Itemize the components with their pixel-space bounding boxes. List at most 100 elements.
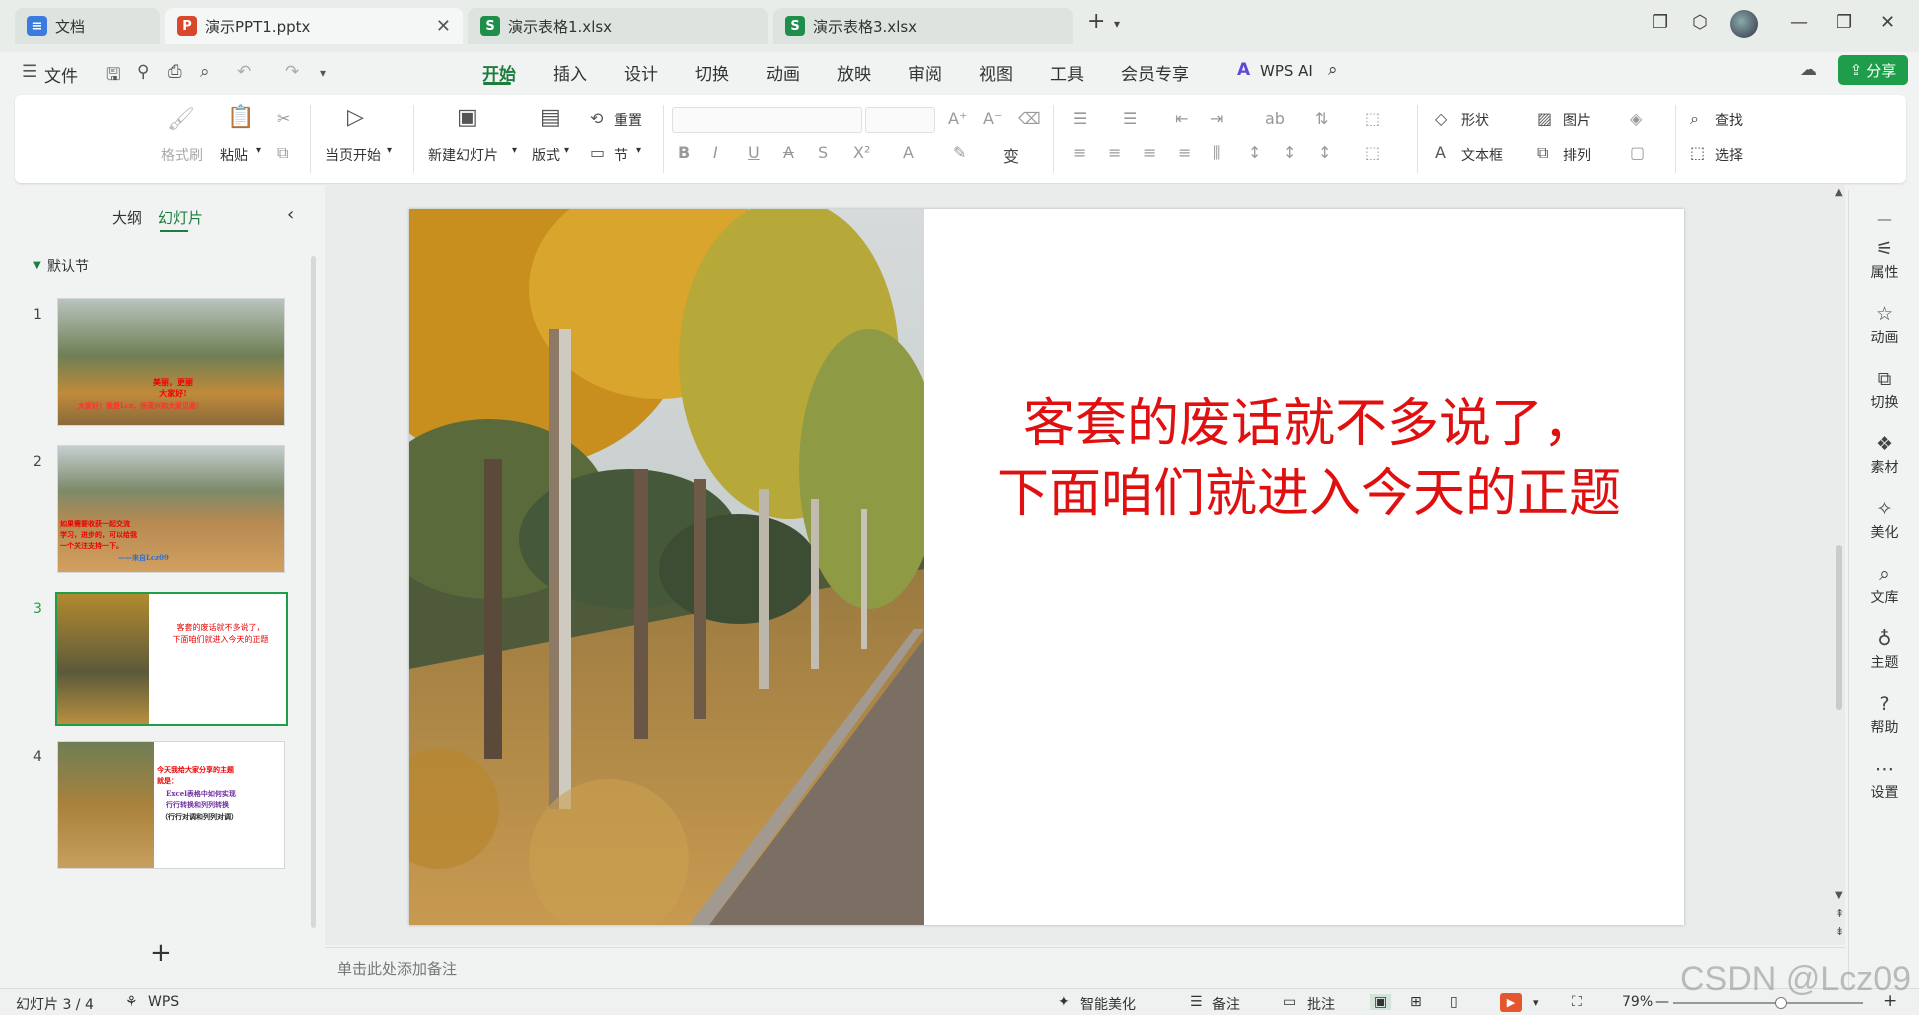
align-right-icon[interactable]: ≡ [1143,143,1156,162]
select-icon[interactable]: ⬚ [1690,143,1705,162]
menu-member[interactable]: 会员专享 [1121,60,1189,85]
justify-icon[interactable]: ≡ [1178,143,1191,162]
previous-slide-icon[interactable]: ⇞ [1835,907,1844,920]
minimize-icon[interactable]: — [1790,12,1808,33]
distribute-icon[interactable]: ⫼ [1213,143,1220,163]
slide-thumbnail-3[interactable]: 客套的废话就不多说了， 下面咱们就进入今天的正题 [55,592,288,726]
redo-icon[interactable]: ↷ [285,62,299,82]
paste-icon[interactable]: 📋 [227,105,254,130]
format-painter-label[interactable]: 格式刷 [161,145,203,165]
shape-icon[interactable]: ◇ [1435,109,1447,128]
arrange-label[interactable]: 排列 [1563,145,1591,165]
superscript-icon[interactable]: X² [853,143,870,162]
strikethrough-icon[interactable]: A [783,143,794,162]
convert-icon[interactable]: ⬚ [1365,109,1380,128]
sidebar-item-library[interactable]: ⌕ 文库 [1849,563,1919,607]
close-icon[interactable]: ✕ [436,16,451,37]
menu-slideshow[interactable]: 放映 [837,60,871,85]
scroll-up-icon[interactable]: ▲ [1835,187,1843,198]
columns-icon[interactable]: ↕ [1318,143,1331,162]
notes-placeholder[interactable]: 单击此处添加备注 [337,958,457,979]
collapse-pane-icon[interactable]: ‹ [287,204,294,225]
section-label[interactable]: 节 [614,145,628,165]
from-current-label[interactable]: 当页开始 [325,145,381,165]
align-center-icon[interactable]: ≡ [1108,143,1121,162]
save-icon[interactable]: 🖫 [106,62,120,91]
underline-icon[interactable]: U [748,143,760,162]
italic-icon[interactable]: I [713,143,718,162]
line-spacing-icon[interactable]: ↕ [1248,143,1261,162]
sidebar-item-materials[interactable]: ❖ 素材 [1849,433,1919,477]
pane-scrollbar[interactable] [311,256,316,928]
window-close-icon[interactable]: ✕ [1880,12,1895,33]
reset-icon[interactable]: ⟲ [590,109,603,128]
chevron-down-icon[interactable]: ▾ [256,145,261,156]
increase-indent-icon[interactable]: ⇥ [1210,109,1223,128]
format-painter-icon[interactable]: 🖌 [167,107,195,132]
increase-font-icon[interactable]: A⁺ [948,109,967,128]
copy-icon[interactable]: ⧉ [277,143,288,163]
decrease-indent-icon[interactable]: ⇤ [1175,109,1188,128]
menu-view[interactable]: 视图 [979,60,1013,85]
zoom-level[interactable]: 79% [1622,994,1653,1010]
reading-view-icon[interactable]: ▯ [1450,994,1458,1010]
menu-tools[interactable]: 工具 [1050,60,1084,85]
comment-icon[interactable]: ▭ [1283,994,1296,1010]
slide-thumbnail-2[interactable]: 如果需要收获一起交流 学习，进步的，可以给我 一个关注支持一下。 ——来自Lcz… [57,445,285,573]
paragraph-spacing-icon[interactable]: ↕ [1283,143,1296,162]
sidebar-item-properties[interactable]: ⚟ 属性 [1849,238,1919,282]
reset-label[interactable]: 重置 [614,110,642,130]
paste-label[interactable]: 粘贴 [220,145,248,165]
file-menu[interactable]: 文件 [44,62,78,87]
clear-format-icon[interactable]: ⌫ [1018,109,1041,128]
new-slide-icon[interactable]: ▣ [457,105,478,130]
comments-button[interactable]: 批注 [1307,994,1335,1014]
slide-title-text[interactable]: 客套的废话就不多说了， 下面咱们就进入今天的正题 [939,389,1679,529]
menu-design[interactable]: 设计 [624,60,658,85]
picture-label[interactable]: 图片 [1563,110,1591,130]
slide-thumbnail-1[interactable]: 美丽，更丽 大家好! 大家好！我是Lcz，很高兴和大家见面！ [57,298,285,426]
avatar[interactable] [1730,10,1758,38]
slide-photo[interactable] [409,209,924,925]
cut-icon[interactable]: ✂ [277,109,290,128]
print-preview-icon[interactable]: ⌕ [200,62,210,82]
layout-icon[interactable]: ▤ [540,105,561,130]
shape-label[interactable]: 形状 [1461,110,1489,130]
window-tile-icon[interactable]: ❐ [1652,12,1668,33]
notes-icon[interactable]: ☰ [1190,994,1203,1010]
wps-ai-button[interactable]: WPS AI [1260,62,1313,80]
find-icon[interactable]: ⌕ [1690,109,1699,129]
shadow-icon[interactable]: S [818,143,828,162]
find-label[interactable]: 查找 [1715,110,1743,130]
search-icon[interactable]: ⌕ [1328,60,1338,80]
sidebar-item-theme[interactable]: ♁ 主题 [1849,628,1919,672]
layout-label[interactable]: 版式 [532,145,560,165]
zoom-out-icon[interactable]: — [1655,994,1669,1010]
section-icon[interactable]: ▭ [590,143,605,162]
text-direction-icon[interactable]: ab [1265,109,1285,128]
slide-sorter-icon[interactable]: ⊞ [1410,994,1422,1010]
sort-icon[interactable]: ⇅ [1315,109,1328,128]
font-family-select[interactable] [672,107,862,133]
select-label[interactable]: 选择 [1715,145,1743,165]
play-from-current-icon[interactable]: ▷ [347,105,364,130]
chevron-down-icon[interactable]: ▾ [564,145,569,156]
current-slide[interactable]: 客套的废话就不多说了， 下面咱们就进入今天的正题 [409,209,1684,925]
tab-xlsx1[interactable]: S 演示表格1.xlsx [468,8,768,44]
outline-icon[interactable]: ▢ [1630,143,1645,162]
slide-scrollbar[interactable] [1836,545,1842,710]
notes-pane[interactable]: 单击此处添加备注 [325,947,1845,987]
chevron-down-icon[interactable]: ▾ [387,145,392,156]
beautify-icon[interactable]: ✦ [1058,994,1070,1010]
tab-ppt1[interactable]: P 演示PPT1.pptx ✕ [165,8,463,44]
tab-slides[interactable]: 幻灯片 [158,207,203,228]
hamburger-icon[interactable]: ☰ [22,62,37,82]
normal-view-icon[interactable]: ▣ [1370,994,1392,1010]
numbering-icon[interactable]: ☰ [1123,109,1137,128]
textbox-icon[interactable]: A [1435,143,1446,162]
sidebar-item-settings[interactable]: ⋯ 设置 [1849,758,1919,802]
font-color-icon[interactable]: A [903,143,914,162]
textbox-label[interactable]: 文本框 [1461,145,1503,165]
sidebar-item-animation[interactable]: ☆ 动画 [1849,303,1919,347]
font-size-select[interactable] [865,107,935,133]
